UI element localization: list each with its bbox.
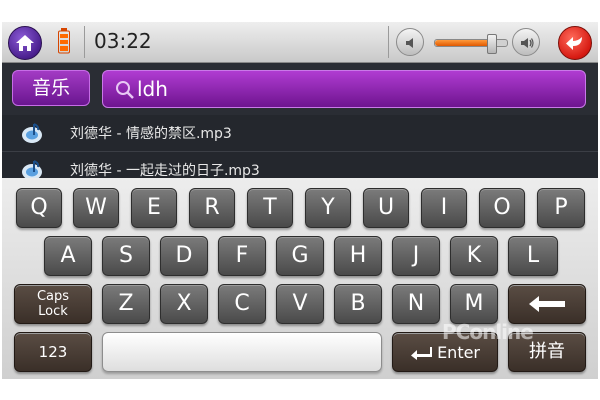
enter-arrow-icon [410,346,432,360]
key-d[interactable]: D [160,236,208,276]
search-query: ldh [137,77,168,101]
clock: 03:22 [94,29,152,53]
song-title: 刘德华 - 一起走过的日子.mp3 [70,163,260,179]
enter-label: Enter [437,342,481,362]
key-z[interactable]: Z [102,284,150,324]
search-icon [116,81,134,99]
key-e[interactable]: E [131,188,177,228]
key-q[interactable]: Q [16,188,62,228]
key-i[interactable]: I [421,188,467,228]
key-w[interactable]: W [73,188,119,228]
key-x[interactable]: X [160,284,208,324]
volume-up-button[interactable] [512,28,540,56]
pinyin-key[interactable]: 拼音 [508,332,586,372]
key-a[interactable]: A [44,236,92,276]
volume-down-icon [406,38,413,48]
key-y[interactable]: Y [305,188,351,228]
divider [84,26,85,58]
key-o[interactable]: O [479,188,525,228]
volume-control [396,26,546,58]
enter-key[interactable]: Enter [392,332,498,372]
key-l[interactable]: L [508,236,558,276]
key-k[interactable]: K [450,236,498,276]
key-n[interactable]: N [392,284,440,324]
key-j[interactable]: J [392,236,440,276]
caps-lock-label-line2: Lock [38,304,68,319]
key-h[interactable]: H [334,236,382,276]
search-bar: 音乐 ldh [2,63,598,115]
home-button[interactable] [8,26,42,60]
space-key[interactable] [102,332,382,372]
volume-up-icon [521,38,534,48]
back-button[interactable] [558,26,592,60]
on-screen-keyboard: Q W E R T Y U I O P A S D F G H J K L Ca… [2,178,598,379]
back-arrow-icon [566,37,582,50]
status-bar: 03:22 [2,22,598,63]
key-c[interactable]: C [218,284,266,324]
volume-fill [435,40,492,46]
music-note-icon [22,123,42,143]
key-t[interactable]: T [247,188,293,228]
list-item[interactable]: 刘德华 - 情感的禁区.mp3 [2,115,598,152]
key-r[interactable]: R [189,188,235,228]
song-title: 刘德华 - 情感的禁区.mp3 [70,126,232,142]
numbers-key[interactable]: 123 [14,332,92,372]
caps-lock-label-line1: Caps [36,289,70,304]
search-input[interactable]: ldh [102,70,586,108]
category-button[interactable]: 音乐 [12,70,90,106]
volume-slider[interactable] [434,34,508,54]
battery-icon [58,28,70,54]
key-u[interactable]: U [363,188,409,228]
screen: 03:22 音乐 ldh 刘德华 - 情感的禁区.mp3 刘德华 - 一起走过的… [2,22,598,379]
volume-knob[interactable] [487,34,498,54]
caps-lock-key[interactable]: Caps Lock [14,284,92,324]
backspace-key[interactable] [508,284,586,324]
key-p[interactable]: P [537,188,585,228]
key-v[interactable]: V [276,284,324,324]
key-g[interactable]: G [276,236,324,276]
key-b[interactable]: B [334,284,382,324]
divider [388,26,389,58]
volume-down-button[interactable] [396,28,424,56]
home-icon [16,35,34,51]
key-s[interactable]: S [102,236,150,276]
key-m[interactable]: M [450,284,498,324]
backspace-arrow-icon [529,296,565,312]
key-f[interactable]: F [218,236,266,276]
